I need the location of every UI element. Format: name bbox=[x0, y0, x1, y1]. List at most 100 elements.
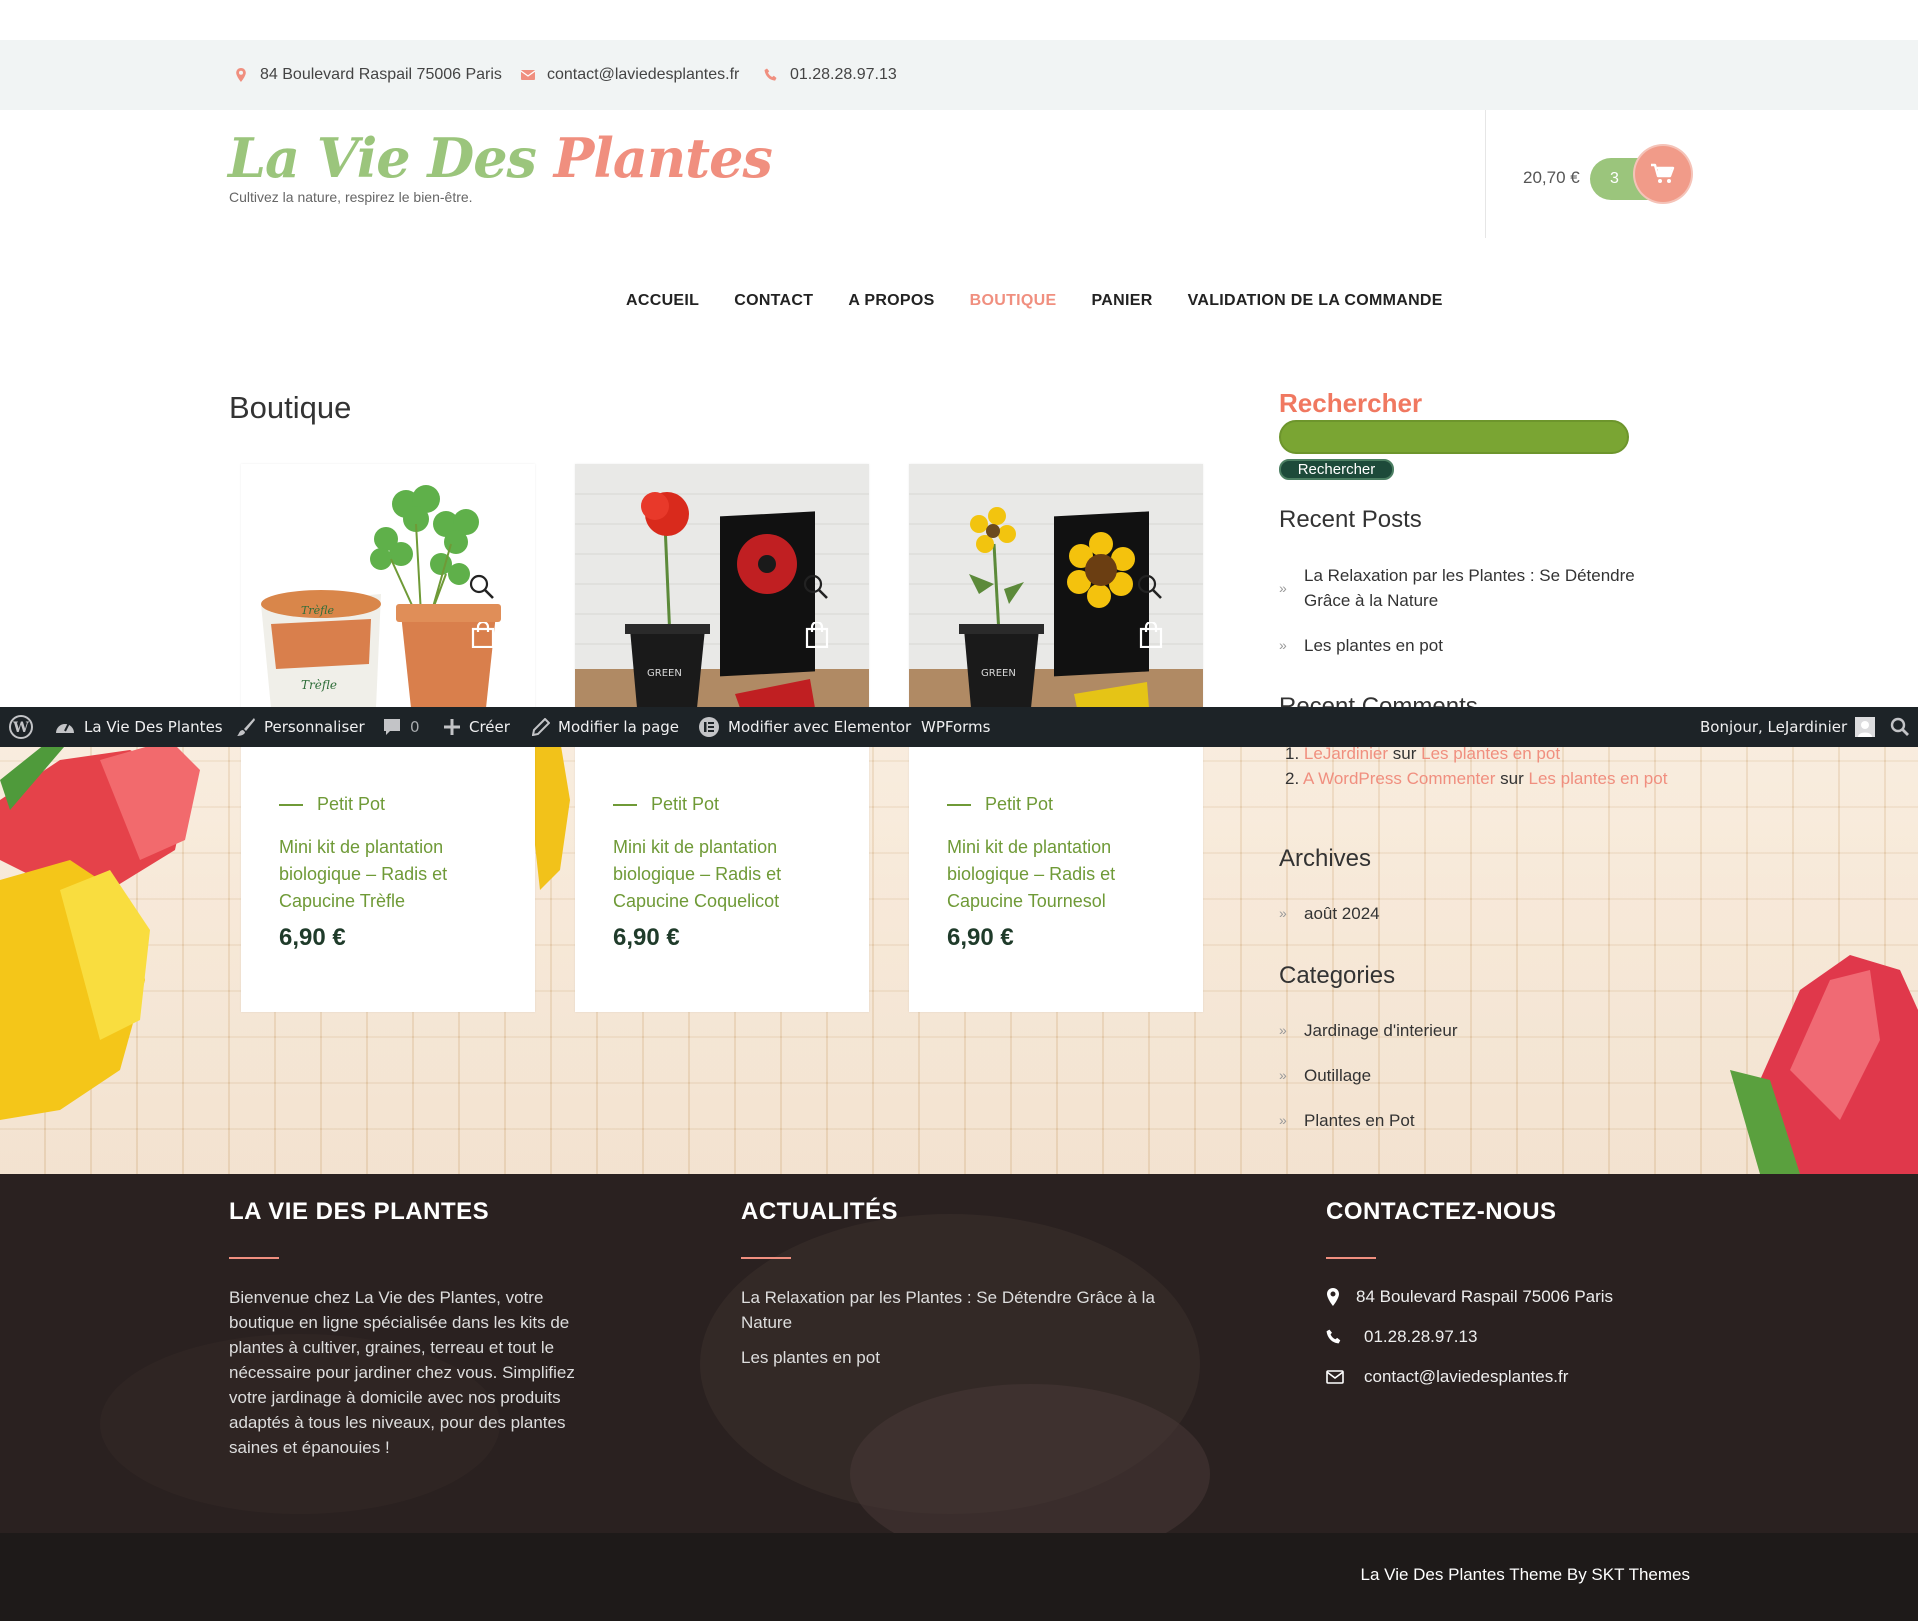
admin-comments[interactable]: 0 bbox=[382, 707, 420, 747]
recent-comments-list: 1. LeJardinier sur Les plantes en pot 2.… bbox=[1285, 741, 1667, 791]
admin-search[interactable] bbox=[1890, 707, 1910, 747]
phone-icon bbox=[764, 68, 777, 81]
admin-site-name[interactable]: La Vie Des Plantes bbox=[54, 707, 223, 747]
add-to-cart-bag-icon[interactable] bbox=[470, 622, 496, 648]
chevron-right-icon: » bbox=[1279, 905, 1287, 921]
recent-post-link[interactable]: Les plantes en pot bbox=[1304, 633, 1443, 658]
admin-edit-page-label: Modifier la page bbox=[558, 718, 680, 736]
cart-total[interactable]: 20,70 € bbox=[1523, 168, 1580, 188]
shopping-cart-icon bbox=[1651, 163, 1675, 183]
admin-new-label: Créer bbox=[469, 718, 510, 736]
footer-address: 84 Boulevard Raspail 75006 Paris bbox=[1326, 1287, 1613, 1307]
comment-author-link[interactable]: A WordPress Commenter bbox=[1303, 769, 1495, 788]
admin-edit-page[interactable]: Modifier la page bbox=[532, 707, 679, 747]
admin-customize[interactable]: Personnaliser bbox=[236, 707, 365, 747]
wp-logo-button[interactable]: W bbox=[8, 707, 34, 747]
footer-email[interactable]: contact@laviedesplantes.fr bbox=[1326, 1367, 1568, 1387]
avatar-icon bbox=[1855, 717, 1876, 737]
product-category[interactable]: Petit Pot bbox=[279, 794, 385, 815]
archive-link[interactable]: août 2024 bbox=[1304, 901, 1380, 926]
wordpress-logo-icon: W bbox=[9, 715, 33, 739]
footer-col1-underline bbox=[229, 1257, 279, 1259]
product-name[interactable]: Mini kit de plantation biologique – Radi… bbox=[279, 834, 509, 915]
phone-icon bbox=[1326, 1329, 1341, 1344]
add-to-cart-bag-icon[interactable] bbox=[1138, 622, 1164, 648]
comment-post-link[interactable]: Les plantes en pot bbox=[1529, 769, 1668, 788]
comment-separator: sur bbox=[1500, 769, 1524, 788]
admin-wpforms-label: WPForms bbox=[921, 718, 991, 736]
search-button[interactable]: Rechercher bbox=[1279, 459, 1394, 480]
admin-account[interactable]: Bonjour, LeJardinier bbox=[1700, 707, 1876, 747]
admin-greeting: Bonjour, LeJardinier bbox=[1700, 718, 1848, 736]
topbar-email[interactable]: contact@laviedesplantes.fr bbox=[521, 40, 739, 110]
map-pin-icon bbox=[236, 68, 246, 82]
recent-post-item[interactable]: » Les plantes en pot bbox=[1279, 633, 1659, 658]
svg-text:Trèfle: Trèfle bbox=[301, 678, 337, 692]
zoom-icon[interactable] bbox=[469, 574, 495, 600]
footer-phone: 01.28.28.97.13 bbox=[1326, 1327, 1477, 1347]
cart-button[interactable] bbox=[1635, 146, 1691, 202]
category-item[interactable]: » Plantes en Pot bbox=[1279, 1108, 1415, 1133]
top-contact-bar: 84 Boulevard Raspail 75006 Paris contact… bbox=[0, 40, 1918, 110]
archive-item[interactable]: » août 2024 bbox=[1279, 901, 1380, 926]
site-logo[interactable]: La Vie Des Plantes bbox=[228, 126, 773, 190]
paintbrush-icon bbox=[237, 718, 255, 736]
envelope-icon bbox=[1326, 1370, 1344, 1384]
footer-col3-underline bbox=[1326, 1257, 1376, 1259]
menu-item-a-propos[interactable]: A PROPOS bbox=[848, 292, 934, 310]
category-item[interactable]: » Outillage bbox=[1279, 1063, 1371, 1088]
product-name[interactable]: Mini kit de plantation biologique – Radi… bbox=[947, 834, 1177, 915]
menu-item-validation[interactable]: VALIDATION DE LA COMMANDE bbox=[1188, 292, 1443, 310]
category-link[interactable]: Outillage bbox=[1304, 1063, 1371, 1088]
page-title: Boutique bbox=[229, 390, 352, 425]
comment-number: 2. bbox=[1285, 769, 1300, 788]
menu-item-accueil[interactable]: ACCUEIL bbox=[626, 292, 699, 310]
menu-item-contact[interactable]: CONTACT bbox=[734, 292, 813, 310]
chevron-right-icon: » bbox=[1279, 1112, 1287, 1128]
footer-col2-underline bbox=[741, 1257, 791, 1259]
product-price: 6,90 € bbox=[613, 924, 680, 951]
topbar-email-text[interactable]: contact@laviedesplantes.fr bbox=[547, 66, 739, 84]
archives-title: Archives bbox=[1279, 845, 1372, 872]
recent-post-item[interactable]: » La Relaxation par les Plantes : Se Dét… bbox=[1279, 563, 1659, 613]
footer-col3-title: CONTACTEZ-NOUS bbox=[1326, 1198, 1557, 1225]
svg-text:Trèfle: Trèfle bbox=[301, 604, 334, 617]
admin-wpforms[interactable]: WPForms bbox=[921, 707, 990, 747]
category-link[interactable]: Jardinage d'interieur bbox=[1304, 1018, 1458, 1043]
zoom-icon[interactable] bbox=[1137, 574, 1163, 600]
dashboard-gauge-icon bbox=[56, 722, 74, 733]
footer-col2-title: ACTUALITÉS bbox=[741, 1198, 898, 1225]
admin-elementor-label: Modifier avec Elementor bbox=[728, 718, 912, 736]
footer-col1-title: LA VIE DES PLANTES bbox=[229, 1198, 490, 1225]
topbar-phone-text: 01.28.28.97.13 bbox=[790, 66, 897, 83]
footer-credit[interactable]: La Vie Des Plantes Theme By SKT Themes bbox=[1361, 1565, 1690, 1585]
footer-news-link[interactable]: Les plantes en pot bbox=[741, 1345, 880, 1370]
footer-about-text: Bienvenue chez La Vie des Plantes, votre… bbox=[229, 1288, 575, 1457]
logo-part1: La Vie Des bbox=[228, 126, 537, 190]
chevron-right-icon: » bbox=[1279, 1067, 1287, 1083]
topbar-address-text: 84 Boulevard Raspail 75006 Paris bbox=[260, 66, 502, 83]
category-link[interactable]: Plantes en Pot bbox=[1304, 1108, 1415, 1133]
footer-address-text: 84 Boulevard Raspail 75006 Paris bbox=[1356, 1287, 1614, 1306]
recent-post-link[interactable]: La Relaxation par les Plantes : Se Déten… bbox=[1304, 563, 1659, 613]
product-category[interactable]: Petit Pot bbox=[613, 794, 719, 815]
map-pin-icon bbox=[1327, 1288, 1339, 1306]
menu-item-boutique[interactable]: BOUTIQUE bbox=[970, 292, 1057, 310]
product-category[interactable]: Petit Pot bbox=[947, 794, 1053, 815]
footer-news-link[interactable]: La Relaxation par les Plantes : Se Déten… bbox=[741, 1285, 1181, 1335]
comment-item: 2. A WordPress Commenter sur Les plantes… bbox=[1285, 766, 1667, 791]
add-to-cart-bag-icon[interactable] bbox=[804, 622, 830, 648]
site-tagline: Cultivez la nature, respirez le bien-êtr… bbox=[229, 189, 473, 205]
admin-new[interactable]: Créer bbox=[443, 707, 510, 747]
footer-bottom-bar: La Vie Des Plantes Theme By SKT Themes bbox=[0, 1533, 1918, 1621]
admin-customize-label: Personnaliser bbox=[264, 718, 365, 736]
product-name[interactable]: Mini kit de plantation biologique – Radi… bbox=[613, 834, 843, 915]
footer-email-text[interactable]: contact@laviedesplantes.fr bbox=[1364, 1367, 1568, 1387]
category-item[interactable]: » Jardinage d'interieur bbox=[1279, 1018, 1458, 1043]
zoom-icon[interactable] bbox=[803, 574, 829, 600]
admin-elementor[interactable]: Modifier avec Elementor bbox=[698, 707, 911, 747]
chevron-right-icon: » bbox=[1279, 580, 1287, 596]
menu-item-panier[interactable]: PANIER bbox=[1091, 292, 1152, 310]
search-input[interactable] bbox=[1279, 420, 1629, 454]
main-menu: ACCUEIL CONTACT A PROPOS BOUTIQUE PANIER… bbox=[626, 292, 1478, 310]
